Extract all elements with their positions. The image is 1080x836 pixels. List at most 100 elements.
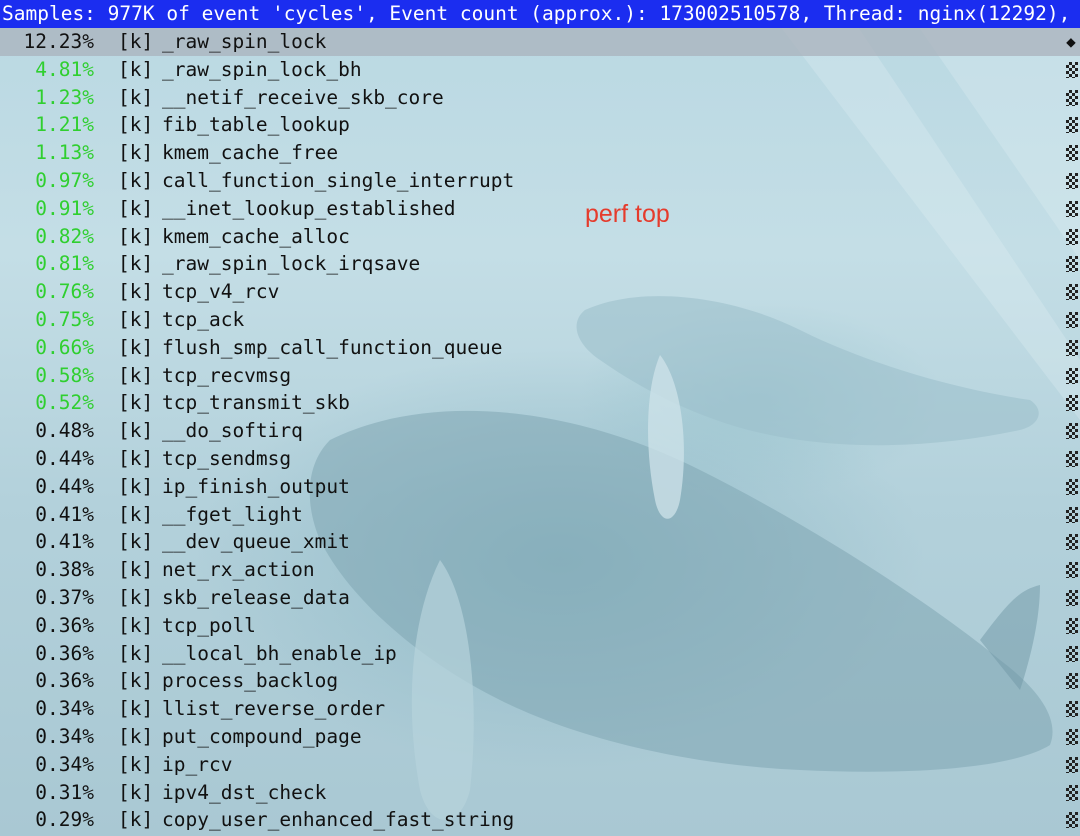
scrollbar-track[interactable] [1066,200,1078,217]
overhead-percent: 0.82% [35,224,94,248]
symbol-name: __local_bh_enable_ip [162,641,397,665]
symbol-row[interactable]: 0.34% [k] ip_rcv [0,751,1080,779]
symbol-row[interactable]: 4.81% [k] _raw_spin_lock_bh [0,56,1080,84]
overhead-percent: 1.13% [35,141,94,165]
kernel-space-tag: [k] [118,697,154,721]
symbol-row[interactable]: 0.82% [k] kmem_cache_alloc [0,223,1080,251]
symbol-row[interactable]: 1.23% [k] __netif_receive_skb_core [0,84,1080,112]
symbol-name: net_rx_action [162,558,315,582]
kernel-space-tag: [k] [118,168,154,192]
scrollbar-track[interactable] [1066,367,1078,384]
scrollbar-track[interactable] [1066,506,1078,523]
symbol-name: ipv4_dst_check [162,780,327,804]
diamond-icon[interactable]: ◆ [1064,28,1078,56]
symbol-name: __netif_receive_skb_core [162,85,444,109]
symbol-row[interactable]: 0.52% [k] tcp_transmit_skb [0,389,1080,417]
symbol-row[interactable]: 0.34% [k] llist_reverse_order [0,695,1080,723]
overhead-percent: 4.81% [35,57,94,81]
kernel-space-tag: [k] [118,780,154,804]
symbol-list: 12.23% [k] _raw_spin_lock ◆ 4.81% [k] _raw_spi… [0,28,1080,834]
scrollbar-track[interactable] [1066,450,1078,467]
symbol-row[interactable]: 1.13% [k] kmem_cache_free [0,139,1080,167]
kernel-space-tag: [k] [118,113,154,137]
perf-top-terminal: Samples: 977K of event 'cycles', Event c… [0,0,1080,836]
symbol-row[interactable]: 0.29% [k] copy_user_enhanced_fast_string [0,806,1080,834]
scrollbar-track[interactable] [1066,645,1078,662]
scrollbar-track[interactable] [1066,117,1078,134]
symbol-name: tcp_poll [162,613,256,637]
overhead-percent: 0.29% [35,808,94,832]
symbol-name: ip_rcv [162,752,233,776]
kernel-space-tag: [k] [118,252,154,276]
symbol-row[interactable]: 0.66% [k] flush_smp_call_function_queue [0,334,1080,362]
kernel-space-tag: [k] [118,57,154,81]
scrollbar-track[interactable] [1066,284,1078,301]
symbol-row[interactable]: 0.41% [k] __dev_queue_xmit [0,528,1080,556]
kernel-space-tag: [k] [118,419,154,443]
symbol-name: tcp_ack [162,307,245,331]
symbol-row[interactable]: 0.81% [k] _raw_spin_lock_irqsave [0,250,1080,278]
kernel-space-tag: [k] [118,363,154,387]
symbol-name: skb_release_data [162,585,350,609]
overhead-percent: 0.41% [35,530,94,554]
overhead-percent: 0.44% [35,474,94,498]
kernel-space-tag: [k] [118,585,154,609]
scrollbar-track[interactable] [1066,395,1078,412]
scrollbar-track[interactable] [1066,701,1078,718]
overhead-percent: 0.34% [35,724,94,748]
overhead-percent: 0.36% [35,669,94,693]
symbol-row[interactable]: 0.75% [k] tcp_ack [0,306,1080,334]
symbol-row[interactable]: 0.36% [k] process_backlog [0,667,1080,695]
scrollbar-track[interactable] [1066,423,1078,440]
perf-top-caption: perf top [585,200,670,228]
symbol-row[interactable]: 0.97% [k] call_function_single_interrupt [0,167,1080,195]
scrollbar-track[interactable] [1066,756,1078,773]
symbol-row[interactable]: 0.91% [k] __inet_lookup_established [0,195,1080,223]
scrollbar-track[interactable] [1066,61,1078,78]
symbol-row[interactable]: 0.36% [k] tcp_poll [0,612,1080,640]
symbol-row[interactable]: 0.44% [k] ip_finish_output [0,473,1080,501]
symbol-name: __fget_light [162,502,303,526]
scrollbar-track[interactable] [1066,89,1078,106]
symbol-row[interactable]: 1.21% [k] fib_table_lookup [0,111,1080,139]
overhead-percent: 0.75% [35,307,94,331]
overhead-percent: 0.76% [35,280,94,304]
kernel-space-tag: [k] [118,446,154,470]
symbol-row[interactable]: 0.44% [k] tcp_sendmsg [0,445,1080,473]
scrollbar-track[interactable] [1066,145,1078,162]
scrollbar-track[interactable] [1066,673,1078,690]
scrollbar-track[interactable] [1066,617,1078,634]
kernel-space-tag: [k] [118,307,154,331]
symbol-row[interactable]: 0.36% [k] __local_bh_enable_ip [0,640,1080,668]
symbol-name: process_backlog [162,669,339,693]
overhead-percent: 0.36% [35,641,94,665]
scrollbar-track[interactable] [1066,784,1078,801]
scrollbar-track[interactable] [1066,562,1078,579]
scrollbar-track[interactable] [1066,534,1078,551]
scrollbar-track[interactable] [1066,256,1078,273]
symbol-row[interactable]: 0.76% [k] tcp_v4_rcv [0,278,1080,306]
kernel-space-tag: [k] [118,530,154,554]
scrollbar-track[interactable] [1066,589,1078,606]
symbol-row[interactable]: 0.31% [k] ipv4_dst_check [0,779,1080,807]
symbol-name: ip_finish_output [162,474,350,498]
kernel-space-tag: [k] [118,224,154,248]
symbol-name: tcp_v4_rcv [162,280,280,304]
symbol-row[interactable]: 0.41% [k] __fget_light [0,501,1080,529]
symbol-row[interactable]: 0.37% [k] skb_release_data [0,584,1080,612]
scrollbar-track[interactable] [1066,228,1078,245]
symbol-row[interactable]: 0.38% [k] net_rx_action [0,556,1080,584]
scrollbar-track[interactable] [1066,812,1078,829]
overhead-percent: 0.38% [35,558,94,582]
scrollbar-track[interactable] [1066,728,1078,745]
scrollbar-track[interactable] [1066,478,1078,495]
overhead-percent: 0.58% [35,363,94,387]
scrollbar-track[interactable] [1066,311,1078,328]
symbol-row[interactable]: 0.48% [k] __do_softirq [0,417,1080,445]
scrollbar-track[interactable] [1066,339,1078,356]
symbol-row[interactable]: 0.58% [k] tcp_recvmsg [0,362,1080,390]
overhead-percent: 1.23% [35,85,94,109]
symbol-row-selected[interactable]: 12.23% [k] _raw_spin_lock ◆ [0,28,1080,56]
scrollbar-track[interactable] [1066,172,1078,189]
symbol-row[interactable]: 0.34% [k] put_compound_page [0,723,1080,751]
